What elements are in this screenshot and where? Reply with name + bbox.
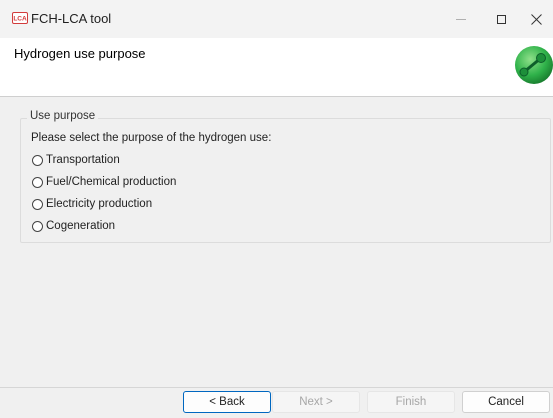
back-button[interactable]: < Back	[183, 391, 271, 413]
maximize-icon	[496, 14, 506, 24]
radio-transportation[interactable]: Transportation	[32, 152, 120, 168]
close-icon	[531, 13, 542, 25]
cancel-button[interactable]: Cancel	[462, 391, 550, 413]
radio-label[interactable]: Cogeneration	[46, 220, 115, 232]
page-title: Hydrogen use purpose	[14, 46, 146, 61]
radio-circle-icon[interactable]	[32, 198, 43, 210]
radio-electricity-production[interactable]: Electricity production	[32, 196, 152, 212]
minimize-icon	[456, 18, 466, 20]
hydrogen-molecule-logo-icon	[515, 46, 553, 84]
radio-label[interactable]: Fuel/Chemical production	[46, 176, 176, 188]
radio-label[interactable]: Transportation	[46, 154, 120, 166]
selection-prompt: Please select the purpose of the hydroge…	[31, 132, 272, 144]
radio-cogeneration[interactable]: Cogeneration	[32, 218, 115, 234]
finish-button[interactable]: Finish	[367, 391, 455, 413]
use-purpose-group: Use purpose Please select the purpose of…	[20, 110, 551, 243]
close-button[interactable]	[520, 0, 553, 38]
radio-circle-icon[interactable]	[32, 220, 43, 232]
wizard-content: Use purpose Please select the purpose of…	[0, 97, 553, 387]
group-legend: Use purpose	[27, 110, 99, 122]
radio-label[interactable]: Electricity production	[46, 198, 152, 210]
app-logo-icon: LCA	[12, 12, 28, 24]
next-button[interactable]: Next >	[272, 391, 360, 413]
wizard-header: Hydrogen use purpose	[0, 38, 553, 97]
wizard-footer: < Back Next > Finish Cancel	[0, 387, 553, 418]
window-title: FCH-LCA tool	[31, 11, 112, 26]
radio-fuel-chemical-production[interactable]: Fuel/Chemical production	[32, 174, 176, 190]
maximize-button[interactable]	[478, 0, 524, 38]
radio-circle-icon[interactable]	[32, 176, 43, 188]
app-logo-text: LCA	[13, 16, 27, 23]
title-bar: LCA FCH-LCA tool	[0, 0, 553, 38]
radio-circle-icon[interactable]	[32, 154, 43, 166]
